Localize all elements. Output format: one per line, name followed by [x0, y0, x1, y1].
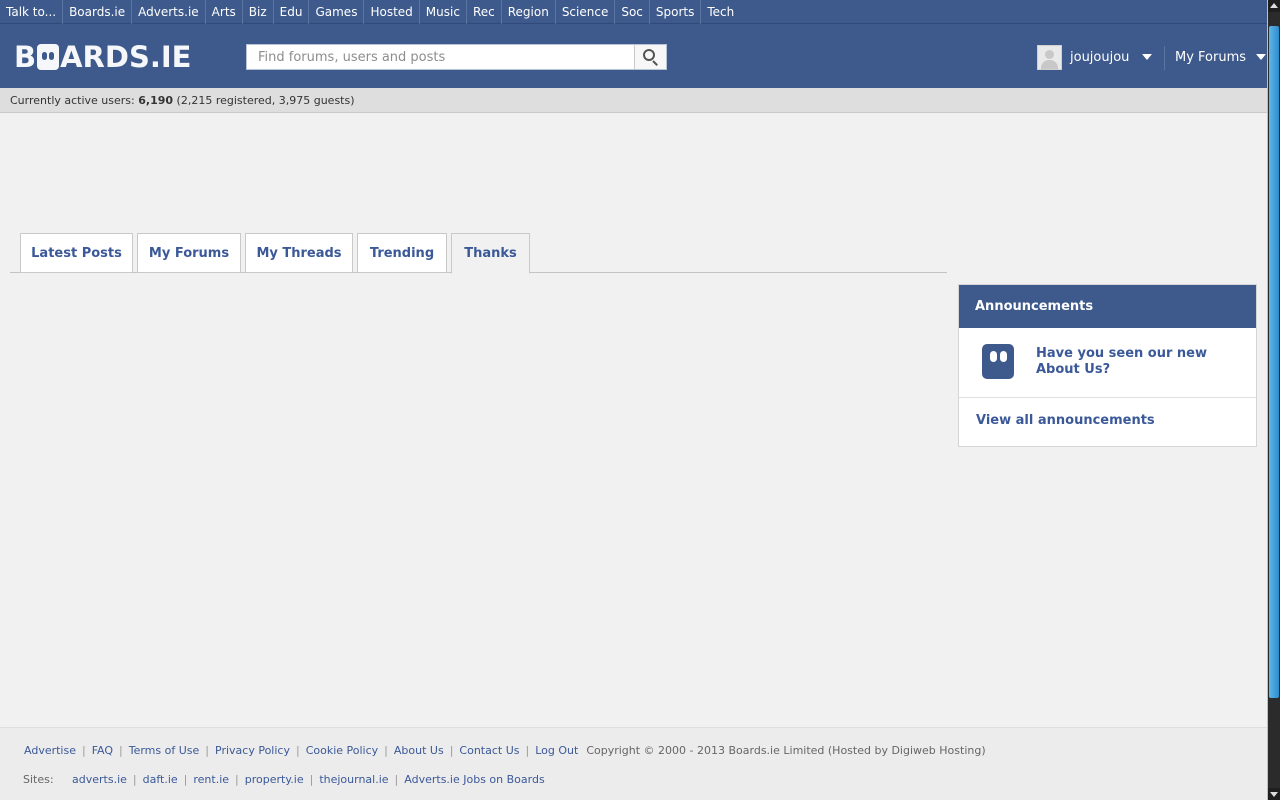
- announcements-panel: Announcements Have you seen our new Abou…: [958, 284, 1257, 447]
- page-scrollbar[interactable]: [1267, 0, 1280, 800]
- logo-ghost-icon: [37, 44, 60, 70]
- footer-link-advertise[interactable]: Advertise: [24, 744, 76, 757]
- category-link[interactable]: Hosted: [364, 0, 420, 24]
- site-link-property[interactable]: property.ie: [245, 773, 304, 786]
- footer-links: Advertise | FAQ | Terms of Use | Privacy Po…: [24, 744, 986, 757]
- my-forums-label: My Forums: [1175, 49, 1247, 65]
- logo-text-rest: ARDS.IE: [60, 40, 192, 74]
- footer-link-logout[interactable]: Log Out: [535, 744, 578, 757]
- avatar-body: [1041, 59, 1058, 69]
- chevron-down-icon: [1142, 54, 1153, 60]
- footer-separator: |: [309, 773, 314, 786]
- active-users-bar: Currently active users: 6,190 (2,215 reg…: [0, 88, 1267, 113]
- site-footer: Advertise | FAQ | Terms of Use | Privacy Po…: [0, 727, 1267, 800]
- scroll-thumb[interactable]: [1269, 26, 1279, 698]
- category-link[interactable]: Talk to...: [0, 0, 64, 24]
- footer-separator: |: [525, 744, 530, 757]
- search-bar: [246, 44, 667, 70]
- category-link[interactable]: Rec: [467, 0, 502, 24]
- active-users-prefix: Currently active users:: [10, 94, 139, 107]
- footer-separator: |: [449, 744, 454, 757]
- category-link[interactable]: Biz: [243, 0, 274, 24]
- category-link[interactable]: Soc: [615, 0, 650, 24]
- site-link-daft[interactable]: daft.ie: [143, 773, 178, 786]
- announcement-item: Have you seen our new About Us?: [959, 328, 1256, 398]
- search-input[interactable]: [247, 45, 634, 69]
- scroll-track[interactable]: [1268, 12, 1280, 788]
- username: joujoujou: [1070, 49, 1130, 65]
- tab-my-threads[interactable]: My Threads: [245, 233, 353, 273]
- category-link[interactable]: Science: [556, 0, 616, 24]
- footer-separator: |: [205, 744, 209, 757]
- footer-separator: |: [183, 773, 188, 786]
- logo-text-b: B: [14, 40, 37, 74]
- footer-link-contact[interactable]: Contact Us: [459, 744, 519, 757]
- footer-link-faq[interactable]: FAQ: [92, 744, 113, 757]
- category-link[interactable]: Music: [420, 0, 467, 24]
- tab-my-forums[interactable]: My Forums: [137, 233, 241, 273]
- scroll-down-arrow-icon[interactable]: [1268, 788, 1280, 800]
- view-all-announcements-link[interactable]: View all announcements: [976, 413, 1155, 428]
- footer-link-terms[interactable]: Terms of Use: [129, 744, 200, 757]
- site-header: B ARDS.IE joujoujou My Forums: [0, 24, 1267, 88]
- category-link[interactable]: Region: [502, 0, 556, 24]
- user-menu[interactable]: joujoujou: [1037, 44, 1153, 70]
- site-link-jobs[interactable]: Adverts.ie Jobs on Boards: [404, 773, 544, 786]
- category-link[interactable]: Games: [309, 0, 365, 24]
- category-link[interactable]: Sports: [650, 0, 702, 24]
- footer-separator: |: [295, 744, 300, 757]
- category-link[interactable]: Adverts.ie: [132, 0, 206, 24]
- active-users-total: 6,190: [138, 94, 174, 107]
- footer-link-about[interactable]: About Us: [394, 744, 444, 757]
- copyright-text: Copyright © 2000 - 2013 Boards.ie Limite…: [586, 744, 986, 757]
- search-icon-handle: [652, 60, 658, 66]
- category-link[interactable]: Edu: [274, 0, 310, 24]
- footer-separator: |: [384, 744, 388, 757]
- footer-separator: |: [235, 773, 239, 786]
- footer-link-cookie[interactable]: Cookie Policy: [306, 744, 378, 757]
- site-link-rent[interactable]: rent.ie: [193, 773, 229, 786]
- category-link[interactable]: Tech: [701, 0, 740, 24]
- category-link[interactable]: Arts: [206, 0, 243, 24]
- boards-logo[interactable]: B ARDS.IE: [14, 40, 192, 74]
- avatar-head: [1045, 49, 1054, 59]
- footer-separator: |: [81, 744, 86, 757]
- category-link[interactable]: Boards.ie: [63, 0, 133, 24]
- chevron-down-icon: [1256, 54, 1267, 60]
- my-forums-menu[interactable]: My Forums: [1175, 44, 1267, 70]
- sites-label: Sites:: [23, 773, 54, 786]
- active-users-detail: (2,215 registered, 3,975 guests): [173, 94, 355, 107]
- search-button[interactable]: [634, 45, 666, 69]
- scroll-up-arrow-icon[interactable]: [1268, 0, 1280, 12]
- announcement-link[interactable]: Have you seen our new About Us?: [1036, 346, 1236, 378]
- tab-latest-posts[interactable]: Latest Posts: [20, 233, 133, 273]
- category-nav: Talk to... Boards.ie Adverts.ie Arts Biz…: [0, 0, 1267, 24]
- site-link-adverts[interactable]: adverts.ie: [72, 773, 127, 786]
- content-tabs: Latest Posts My Forums My Threads Trendi…: [10, 232, 947, 274]
- header-divider: [1164, 46, 1165, 70]
- tab-trending[interactable]: Trending: [357, 233, 447, 273]
- site-link-thejournal[interactable]: thejournal.ie: [319, 773, 388, 786]
- tab-thanks[interactable]: Thanks: [451, 233, 530, 274]
- footer-separator: |: [119, 744, 123, 757]
- footer-link-privacy[interactable]: Privacy Policy: [215, 744, 290, 757]
- announcements-title: Announcements: [959, 285, 1256, 328]
- footer-separator: |: [132, 773, 137, 786]
- ghost-icon: [982, 344, 1014, 379]
- footer-separator: |: [394, 773, 399, 786]
- footer-sites: Sites: adverts.ie | daft.ie | rent.ie | pro…: [23, 773, 545, 786]
- avatar: [1037, 44, 1062, 70]
